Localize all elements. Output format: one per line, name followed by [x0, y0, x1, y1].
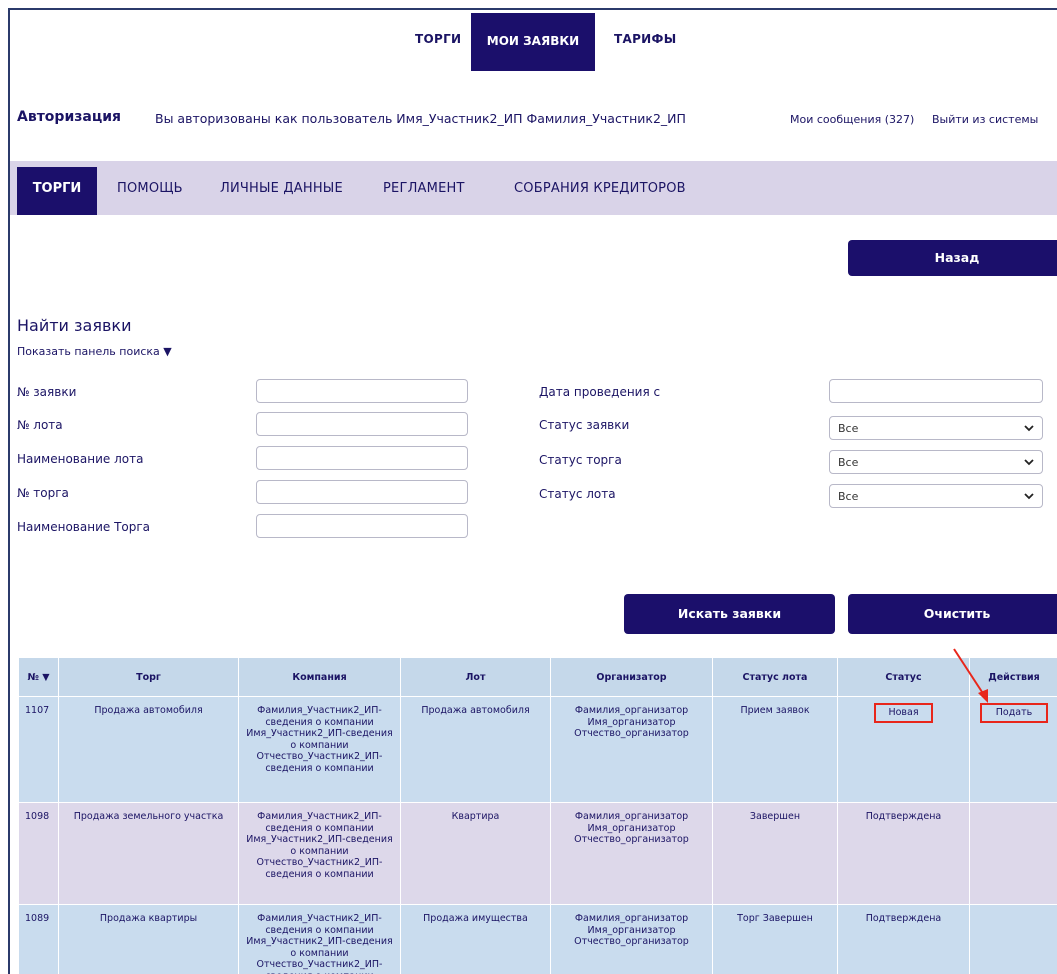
column-header-lot: Лот	[401, 658, 551, 697]
menu-item-creditors-meetings[interactable]: СОБРАНИЯ КРЕДИТОРОВ	[514, 181, 686, 196]
cell-lot-status: Торг Завершен	[713, 905, 838, 974]
trade-status-value: Все	[838, 456, 858, 469]
top-nav-my-applications[interactable]: МОИ ЗАЯВКИ	[471, 13, 595, 71]
auth-status-text: Вы авторизованы как пользователь Имя_Уча…	[155, 111, 686, 126]
chevron-down-icon	[1022, 421, 1036, 435]
show-search-panel-toggle[interactable]: Показать панель поиска ▼	[17, 345, 172, 358]
cell-number: 1089	[19, 905, 59, 974]
column-header-company: Компания	[239, 658, 401, 697]
status-badge-highlighted: Новая	[874, 703, 932, 723]
auth-title: Авторизация	[17, 109, 121, 125]
column-header-organizer: Организатор	[551, 658, 713, 697]
column-header-lot-status: Статус лота	[713, 658, 838, 697]
label-date-from: Дата проведения с	[539, 385, 660, 399]
chevron-down-icon	[1022, 489, 1036, 503]
cell-organizer: Фамилия_организатор Имя_организатор Отче…	[551, 697, 713, 803]
top-nav-torgi[interactable]: ТОРГИ	[415, 32, 461, 46]
label-lot-name: Наименование лота	[17, 452, 143, 466]
top-nav-my-applications-label: МОИ ЗАЯВКИ	[471, 34, 595, 48]
menu-item-torgi[interactable]: ТОРГИ	[17, 167, 97, 215]
column-header-trade: Торг	[59, 658, 239, 697]
cell-trade: Продажа земельного участка	[59, 803, 239, 905]
cell-company: Фамилия_Участник2_ИП-сведения о компании…	[239, 697, 401, 803]
cell-company: Фамилия_Участник2_ИП-сведения о компании…	[239, 905, 401, 974]
label-trade-status: Статус торга	[539, 453, 622, 467]
applications-table: № ▼ Торг Компания Лот Организатор Статус…	[18, 657, 1057, 974]
label-application-number: № заявки	[17, 385, 76, 399]
cell-status: Новая	[838, 697, 970, 803]
clear-button[interactable]: Очистить	[848, 594, 1057, 634]
logout-link[interactable]: Выйти из системы	[932, 113, 1038, 126]
menu-item-regulations[interactable]: РЕГЛАМЕНТ	[383, 181, 465, 196]
menu-item-help[interactable]: ПОМОЩЬ	[117, 181, 183, 196]
menu-item-personal-data[interactable]: ЛИЧНЫЕ ДАННЫЕ	[220, 181, 343, 196]
trade-name-input[interactable]	[256, 514, 468, 538]
application-number-input[interactable]	[256, 379, 468, 403]
cell-actions	[970, 905, 1057, 974]
main-menu: ТОРГИ ПОМОЩЬ ЛИЧНЫЕ ДАННЫЕ РЕГЛАМЕНТ СОБ…	[10, 161, 1057, 215]
trade-status-select[interactable]: Все	[829, 450, 1043, 474]
cell-trade: Продажа квартиры	[59, 905, 239, 974]
label-application-status: Статус заявки	[539, 418, 629, 432]
cell-organizer: Фамилия_организатор Имя_организатор Отче…	[551, 803, 713, 905]
cell-lot-status: Прием заявок	[713, 697, 838, 803]
lot-status-select[interactable]: Все	[829, 484, 1043, 508]
application-status-select[interactable]: Все	[829, 416, 1043, 440]
lot-name-input[interactable]	[256, 446, 468, 470]
red-arrow-annotation-icon	[950, 647, 1000, 707]
label-trade-number: № торга	[17, 486, 69, 500]
table-header-row: № ▼ Торг Компания Лот Организатор Статус…	[19, 658, 1057, 697]
messages-link[interactable]: Мои сообщения (327)	[790, 113, 914, 126]
lot-number-input[interactable]	[256, 412, 468, 436]
page-frame: ТОРГИ МОИ ЗАЯВКИ ТАРИФЫ Авторизация Вы а…	[8, 8, 1057, 974]
cell-status: Подтверждена	[838, 803, 970, 905]
chevron-down-icon	[1022, 455, 1036, 469]
top-nav-tariffs[interactable]: ТАРИФЫ	[614, 32, 676, 46]
table-row[interactable]: 1089 Продажа квартиры Фамилия_Участник2_…	[19, 905, 1057, 974]
label-lot-status: Статус лота	[539, 487, 616, 501]
label-lot-number: № лота	[17, 418, 63, 432]
cell-organizer: Фамилия_организатор Имя_организатор Отче…	[551, 905, 713, 974]
cell-lot: Квартира	[401, 803, 551, 905]
cell-trade: Продажа автомобиля	[59, 697, 239, 803]
lot-status-value: Все	[838, 490, 858, 503]
label-trade-name: Наименование Торга	[17, 520, 150, 534]
cell-actions: Подать	[970, 697, 1057, 803]
cell-number: 1098	[19, 803, 59, 905]
table-row[interactable]: 1107 Продажа автомобиля Фамилия_Участник…	[19, 697, 1057, 803]
back-button[interactable]: Назад	[848, 240, 1057, 276]
application-status-value: Все	[838, 422, 858, 435]
column-header-number[interactable]: № ▼	[19, 658, 59, 697]
cell-number: 1107	[19, 697, 59, 803]
cell-company: Фамилия_Участник2_ИП-сведения о компании…	[239, 803, 401, 905]
search-applications-button[interactable]: Искать заявки	[624, 594, 835, 634]
search-title: Найти заявки	[17, 316, 131, 335]
menu-item-torgi-label: ТОРГИ	[17, 181, 97, 196]
cell-lot: Продажа имущества	[401, 905, 551, 974]
date-from-input[interactable]	[829, 379, 1043, 403]
cell-status: Подтверждена	[838, 905, 970, 974]
table-row[interactable]: 1098 Продажа земельного участка Фамилия_…	[19, 803, 1057, 905]
trade-number-input[interactable]	[256, 480, 468, 504]
cell-lot-status: Завершен	[713, 803, 838, 905]
cell-lot: Продажа автомобиля	[401, 697, 551, 803]
cell-actions	[970, 803, 1057, 905]
